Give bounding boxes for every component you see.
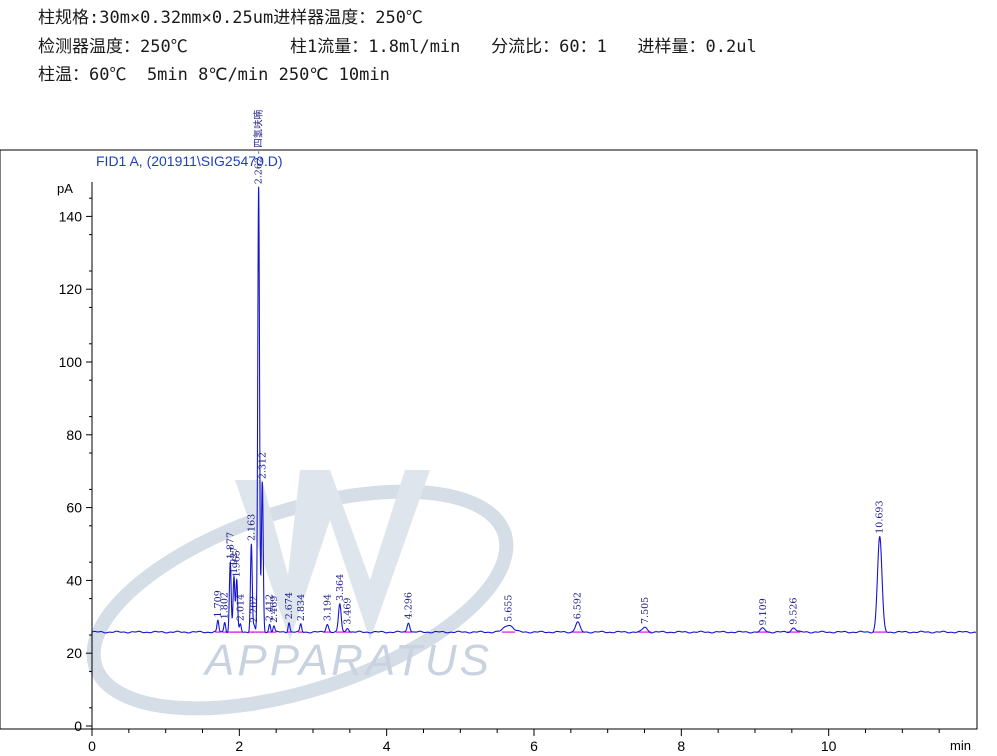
y-tick-label: 40	[66, 572, 82, 588]
peak-label: 2.202	[249, 596, 260, 623]
peak-label: 3.469	[343, 598, 354, 625]
peak-label: 9.109	[758, 598, 769, 625]
peak-label: 9.526	[789, 598, 800, 625]
x-tick-label: 4	[383, 738, 391, 754]
y-tick-label: 80	[66, 427, 82, 443]
signal-trace	[91, 186, 977, 634]
peak-label: 2.312	[257, 452, 268, 479]
peak-label: 5.655	[504, 595, 515, 622]
peak-label: 2.469	[269, 596, 280, 623]
y-axis-label: pA	[57, 181, 73, 196]
y-tick-label: 120	[59, 281, 83, 297]
peak-label: 10.693	[875, 500, 886, 533]
peak-label: 1.802	[220, 592, 231, 619]
peak-label: 2.014	[235, 594, 246, 621]
peak-label: 3.194	[322, 594, 333, 621]
x-tick-label: 0	[88, 738, 96, 754]
peak-label: 4.296	[403, 592, 414, 619]
x-tick-label: 6	[530, 738, 538, 754]
y-tick-label: 140	[59, 208, 83, 224]
y-tick-label: 0	[74, 718, 82, 734]
watermark-text: APPARATUS	[202, 636, 492, 685]
peak-label: 1.965	[232, 550, 243, 577]
x-tick-label: 10	[821, 738, 837, 754]
peak-label: 2.674	[284, 592, 295, 619]
peak-label: 2.163	[246, 514, 257, 541]
y-tick-label: 100	[59, 354, 83, 370]
peak-label: 2.834	[296, 594, 307, 621]
peak-label: 6.592	[573, 592, 584, 619]
y-tick-label: 60	[66, 500, 82, 516]
chromatogram-chart: APPARATUS 020406080100120140 0 2 4 6 8 10 FID…	[0, 109, 978, 754]
peak-label: 3.364	[335, 574, 346, 601]
x-axis-label: min	[950, 738, 971, 753]
x-tick-label: 2	[235, 738, 243, 754]
peak-label: 2.262 - 四氢呋喃	[253, 109, 265, 184]
peak-label: 7.505	[640, 597, 651, 624]
y-tick-label: 20	[66, 645, 82, 661]
x-tick-label: 8	[677, 738, 685, 754]
